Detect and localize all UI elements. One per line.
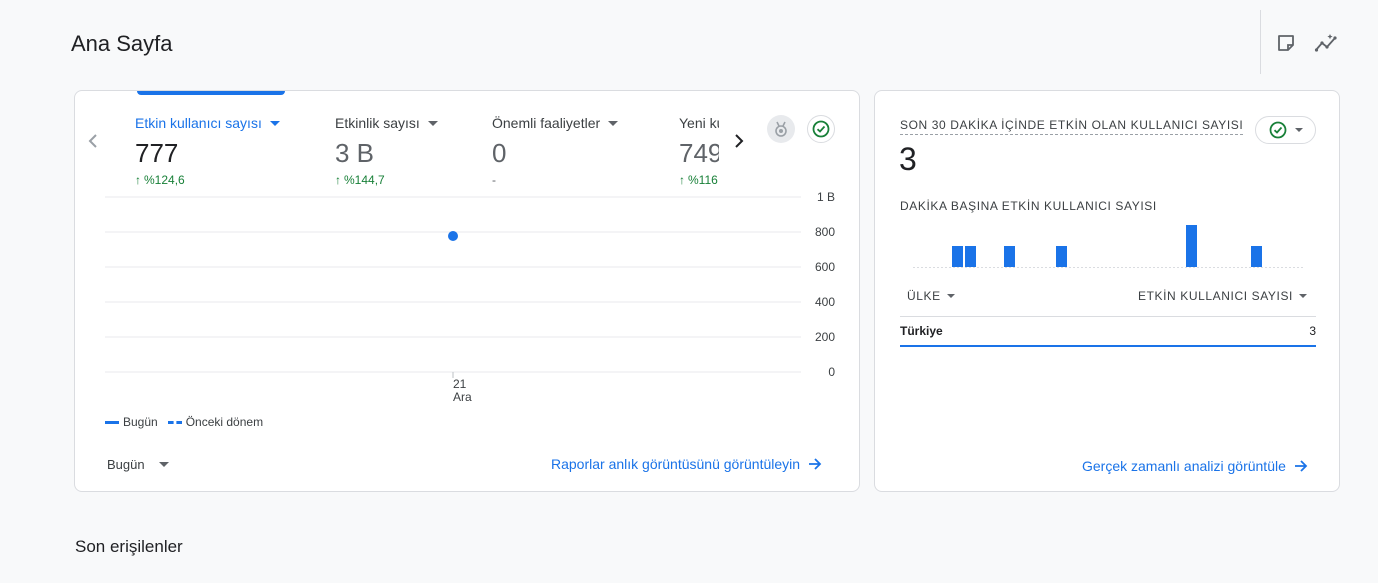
y-tick-label: 200 <box>815 330 835 344</box>
chart-legend: Bugün Önceki dönem <box>105 415 263 429</box>
y-tick-label: 600 <box>815 260 835 274</box>
active-users-header-label: ETKİN KULLANICI SAYISI <box>1137 289 1293 303</box>
legend-previous-swatch <box>167 420 182 424</box>
sort-caret-icon <box>1299 294 1307 298</box>
country-column-header[interactable]: ÜLKE <box>907 289 955 303</box>
arrow-right-icon <box>1294 460 1308 472</box>
header-divider <box>1260 10 1261 74</box>
minute-bar <box>1056 246 1067 267</box>
realtime-value: 3 <box>899 141 917 177</box>
country-header-label: ÜLKE <box>907 289 941 303</box>
minute-bar <box>1004 246 1015 267</box>
y-tick-label: 1 B <box>817 190 835 204</box>
view-reports-link[interactable]: Raporlar anlık görüntüsünü görüntüleyin <box>551 456 822 472</box>
minute-bar <box>952 246 963 267</box>
per-minute-bar-chart <box>913 225 1303 268</box>
legend-previous-label: Önceki dönem <box>185 415 264 429</box>
check-circle-icon <box>1269 121 1286 139</box>
country-cell: Türkiye <box>900 324 943 338</box>
minute-bar <box>1251 246 1262 267</box>
y-tick-label: 0 <box>828 365 835 379</box>
realtime-card: SON 30 DAKİKA İÇİNDE ETKİN OLAN KULLANIC… <box>874 90 1340 492</box>
sort-caret-icon <box>946 294 955 298</box>
realtime-title: SON 30 DAKİKA İÇİNDE ETKİN OLAN KULLANIC… <box>900 118 1244 135</box>
x-tick-label: 21 <box>453 377 467 391</box>
view-reports-label: Raporlar anlık görüntüsünü görüntüleyin <box>551 456 801 472</box>
overview-card: Etkin kullanıcı sayısı 777 ↑ %124,6 Etkin… <box>74 90 860 492</box>
note-icon[interactable] <box>1274 31 1298 55</box>
data-point <box>448 231 458 242</box>
value-cell: 3 <box>1309 324 1316 338</box>
view-realtime-link[interactable]: Gerçek zamanlı analizi görüntüle <box>1082 458 1308 474</box>
y-tick-label: 400 <box>815 295 835 309</box>
active-users-column-header[interactable]: ETKİN KULLANICI SAYISI <box>1138 289 1307 303</box>
date-range-value: Bugün <box>107 457 145 472</box>
view-realtime-label: Gerçek zamanlı analizi görüntüle <box>1082 458 1286 474</box>
minute-bar <box>965 246 976 267</box>
chevron-down-icon <box>1294 128 1303 132</box>
y-tick-label: 800 <box>815 225 835 239</box>
realtime-subtitle: DAKİKA BAŞINA ETKİN KULLANICI SAYISI <box>900 199 1157 213</box>
table-row[interactable]: Türkiye 3 <box>900 317 1316 347</box>
line-chart: 1 B 800 600 400 200 0 21Ara <box>105 190 835 404</box>
insights-icon[interactable] <box>1314 31 1338 55</box>
recent-section-title: Son erişilenler <box>75 537 183 556</box>
realtime-status-button[interactable] <box>1255 116 1316 144</box>
legend-current-label: Bugün <box>123 415 158 429</box>
page-title: Ana Sayfa <box>71 31 173 56</box>
date-range-select[interactable]: Bugün <box>107 457 169 472</box>
x-tick-label: Ara <box>453 390 472 404</box>
legend-current-swatch <box>105 420 119 424</box>
minute-bar <box>1186 225 1197 267</box>
arrow-right-icon <box>809 458 822 470</box>
chevron-down-icon <box>158 462 169 467</box>
